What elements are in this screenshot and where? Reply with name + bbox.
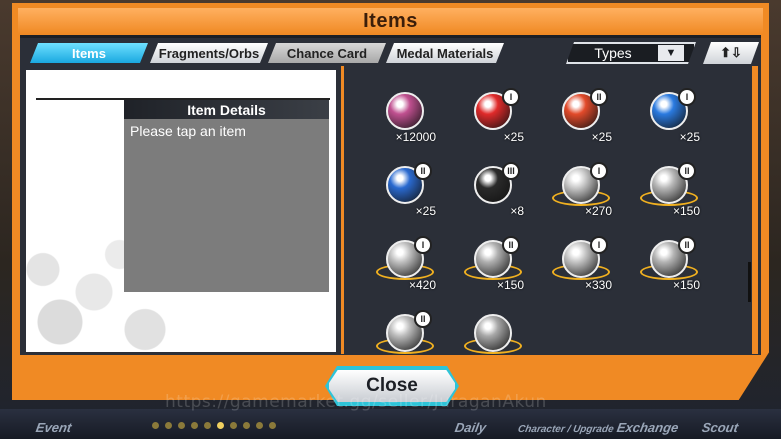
nav-daily[interactable]: Daily — [454, 420, 488, 435]
item-cell[interactable]: II ×150 — [634, 234, 704, 304]
rank-badge: I — [502, 88, 520, 106]
item-cell[interactable]: II ×150 — [458, 234, 528, 304]
item-details-box: Item Details Please tap an item — [124, 100, 329, 292]
item-quantity: ×150 — [672, 278, 700, 292]
item-cell[interactable]: I ×420 — [370, 234, 440, 304]
nav-event[interactable]: Event — [35, 420, 73, 435]
nav-character-upgrade[interactable]: Character / Upgrade — [517, 424, 615, 435]
right-edge — [752, 66, 758, 354]
item-cell[interactable]: II ×25 — [370, 160, 440, 230]
watermark-text: https://gamemarket.gg/seller/JuraganAkun — [165, 392, 547, 412]
item-quantity: ×25 — [503, 130, 524, 144]
item-quantity: ×420 — [408, 278, 436, 292]
types-label: Types — [594, 45, 632, 61]
page-dots — [152, 422, 276, 429]
item-cell[interactable]: II ×25 — [546, 86, 616, 156]
rank-badge: II — [414, 162, 432, 180]
rank-badge: III — [502, 162, 520, 180]
item-quantity: ×270 — [584, 204, 612, 218]
item-quantity: ×25 — [591, 130, 612, 144]
sort-button[interactable]: ⬆⇩ — [703, 42, 759, 64]
rank-badge: I — [590, 162, 608, 180]
tab-fragments-orbs[interactable]: Fragments/Orbs — [150, 43, 268, 63]
item-quantity: ×330 — [584, 278, 612, 292]
rank-badge: II — [590, 88, 608, 106]
bottom-nav-bar: Event Daily Character / Upgrade Exchange… — [0, 409, 781, 439]
rank-badge: II — [502, 236, 520, 254]
item-cell[interactable] — [458, 308, 528, 378]
item-quantity: ×25 — [679, 130, 700, 144]
rank-badge: I — [678, 88, 696, 106]
coin-bag-icon — [386, 92, 424, 130]
rank-badge: II — [678, 236, 696, 254]
page-title: Items — [363, 9, 418, 32]
item-cell[interactable]: I ×25 — [458, 86, 528, 156]
item-quantity: ×25 — [415, 204, 436, 218]
scrollbar[interactable] — [748, 262, 751, 302]
item-quantity: ×150 — [672, 204, 700, 218]
nav-exchange[interactable]: Exchange — [616, 420, 680, 435]
types-dropdown[interactable]: Types ▼ — [566, 42, 696, 64]
item-quantity: ×12000 — [395, 130, 436, 144]
tab-medal-materials[interactable]: Medal Materials — [386, 43, 504, 63]
item-cell[interactable]: ×12000 — [370, 86, 440, 156]
tab-items[interactable]: Items — [30, 43, 148, 63]
nav-scout[interactable]: Scout — [701, 420, 740, 435]
pane-divider — [341, 66, 344, 354]
item-cell[interactable]: I ×330 — [546, 234, 616, 304]
rank-badge: II — [678, 162, 696, 180]
item-quantity: ×8 — [510, 204, 524, 218]
tab-chance-card[interactable]: Chance Card — [268, 43, 386, 63]
item-cell[interactable]: III ×8 — [458, 160, 528, 230]
item-details-header: Item Details — [124, 100, 329, 119]
rank-badge: I — [590, 236, 608, 254]
item-cell[interactable]: II ×150 — [634, 160, 704, 230]
rank-badge: II — [414, 310, 432, 328]
item-cell[interactable]: I ×270 — [546, 160, 616, 230]
item-details-text: Please tap an item — [130, 123, 246, 139]
crystal-medal-icon — [474, 314, 512, 352]
item-quantity: ×150 — [496, 278, 524, 292]
item-cell[interactable]: I ×25 — [634, 86, 704, 156]
title-bar: Items — [18, 8, 763, 34]
chevron-down-icon: ▼ — [658, 45, 684, 61]
rank-badge: I — [414, 236, 432, 254]
